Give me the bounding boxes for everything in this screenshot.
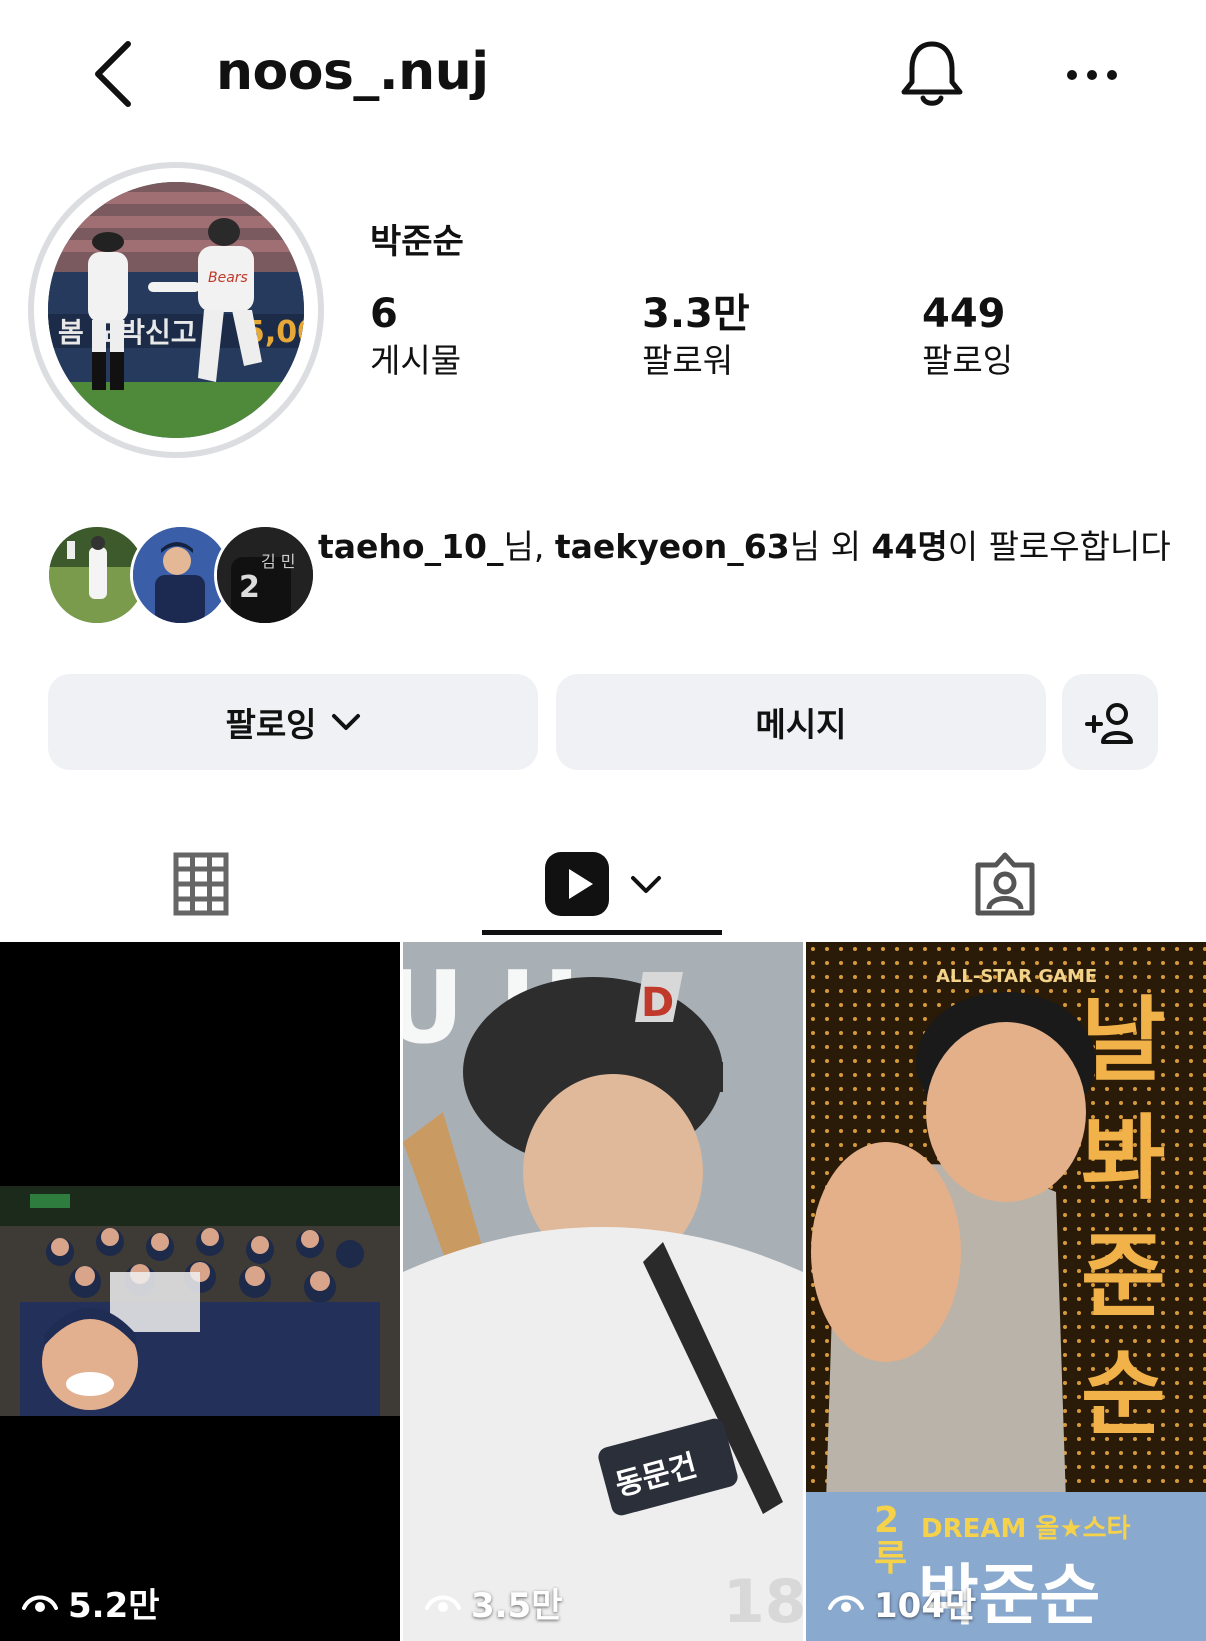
reel-tile-1[interactable]: 5.2만 [0, 942, 400, 1641]
message-button-label: 메시지 [755, 705, 847, 744]
tab-reels[interactable] [402, 834, 804, 934]
mutual-suffix-1: 님, [503, 527, 555, 566]
tile3-dream-label: DREAM 올★스타 [921, 1514, 1131, 1544]
mutual-followers-text[interactable]: taeho_10_님, taekyeon_63님 외 44명이 팔로우합니다 [318, 524, 1178, 570]
reel-tile-3[interactable]: ALL-STAR GAME 날봐준순 DREAM 올★스타 2루 박준순 104… [806, 942, 1206, 1641]
mutual-avatar-3: 2 김 민 [214, 524, 316, 626]
followers-count-label: 팔로워 [642, 341, 734, 380]
reel-views-1: 5.2만 [22, 1578, 160, 1627]
mutual-user-2: taekyeon_63 [554, 527, 790, 566]
chevron-down-icon [331, 712, 361, 732]
message-button[interactable]: 메시지 [556, 674, 1046, 770]
avatar-photo: 봄 도박신고 5,00 Bears [48, 182, 304, 438]
eye-icon [425, 1595, 461, 1612]
followers-count-value: 3.3만 [642, 291, 750, 337]
reel-thumbnail-2: U U D 동문건 18 [403, 942, 803, 1641]
mutual-count: 44명 [871, 527, 948, 566]
tagged-icon [975, 852, 1035, 916]
svg-text:D: D [641, 980, 674, 1026]
reel-tile-2[interactable]: U U D 동문건 18 3.5만 [403, 942, 803, 1641]
reel-views-2-count: 3.5만 [471, 1586, 563, 1626]
svg-text:김 민: 김 민 [261, 552, 296, 571]
following-count-label: 팔로잉 [922, 341, 1014, 380]
reel-views-3: 104만 [828, 1578, 976, 1627]
svg-text:봄 도박신고: 봄 도박신고 [58, 316, 197, 349]
reel-views-1-count: 5.2만 [68, 1586, 160, 1626]
following-count[interactable]: 449 팔로잉 [922, 290, 1013, 382]
more-options-button[interactable] [1062, 50, 1126, 100]
mutual-tail: 이 팔로우합니다 [947, 527, 1171, 566]
reel-views-3-count: 104만 [874, 1586, 977, 1626]
following-button[interactable]: 팔로잉 [48, 674, 538, 770]
reel-views-2: 3.5만 [425, 1578, 563, 1627]
svg-text:Bears: Bears [208, 270, 248, 286]
profile-username: noos_.nuj [216, 42, 489, 102]
following-button-label: 팔로잉 [225, 705, 317, 744]
more-horizontal-icon [1067, 70, 1117, 80]
reels-icon [545, 852, 609, 916]
active-tab-indicator [482, 930, 722, 935]
tab-posts-grid[interactable] [0, 834, 402, 934]
bell-icon [901, 41, 963, 106]
suggested-users-button[interactable] [1062, 674, 1158, 770]
mutual-suffix-2: 님 외 [789, 527, 872, 566]
mutual-user-1: taeho_10_ [318, 527, 504, 566]
notifications-button[interactable] [896, 38, 968, 110]
profile-avatar[interactable]: 봄 도박신고 5,00 Bears [28, 162, 324, 458]
following-count-value: 449 [922, 291, 1006, 337]
tab-tagged[interactable] [804, 834, 1206, 934]
reel-thumbnail-1 [0, 942, 400, 1641]
svg-text:18: 18 [723, 1567, 803, 1637]
mutual-followers-avatars[interactable]: 2 김 민 [46, 524, 316, 626]
grid-icon [173, 852, 229, 916]
posts-count-label: 게시물 [370, 341, 462, 380]
posts-count[interactable]: 6 게시물 [370, 290, 461, 382]
tile3-event-label: ALL-STAR GAME [936, 966, 1098, 987]
followers-count[interactable]: 3.3만 팔로워 [642, 290, 750, 382]
eye-icon [22, 1595, 58, 1612]
eye-icon [828, 1595, 864, 1612]
display-name: 박준순 [370, 222, 464, 262]
posts-count-value: 6 [370, 291, 398, 337]
chevron-left-icon [95, 41, 131, 107]
add-user-icon [1085, 703, 1133, 744]
tile3-position: 2루 [874, 1500, 908, 1579]
svg-text:2: 2 [239, 570, 260, 605]
tile3-vertical-title: 날봐준순 [1081, 987, 1166, 1448]
back-button[interactable] [88, 38, 140, 110]
chevron-down-icon [631, 876, 661, 893]
